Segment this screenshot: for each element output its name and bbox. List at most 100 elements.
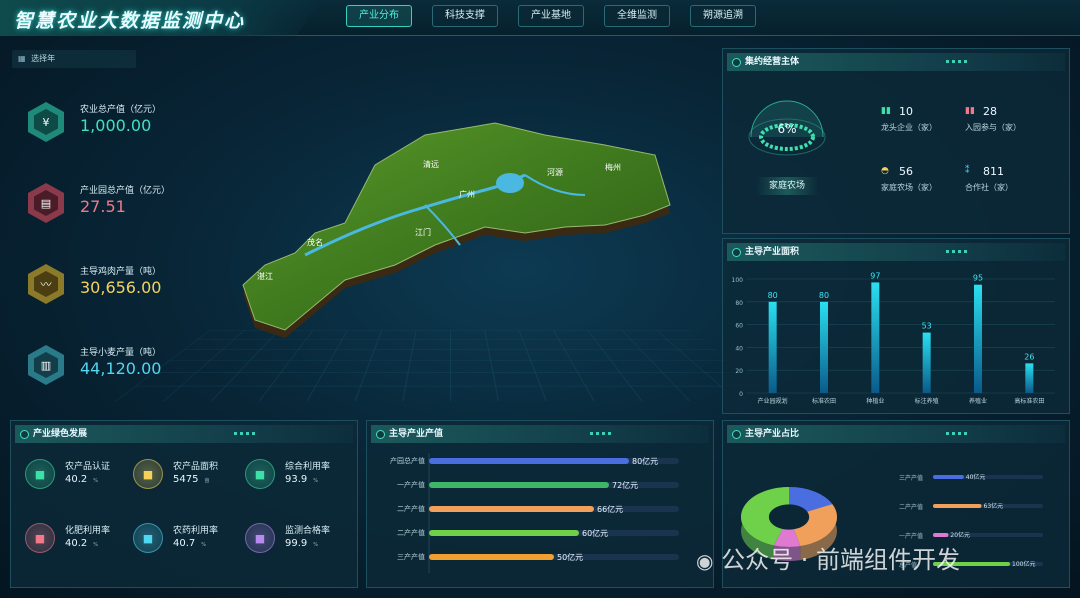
green-stat-unit: % (201, 542, 207, 548)
hex-frame: 〰 (28, 264, 64, 304)
green-stat-value-wrap: 5475 亩 (173, 474, 209, 485)
green-stat-value-wrap: 40.2% (65, 474, 98, 485)
y-tick-label: 二产产值 (397, 504, 425, 513)
trend-icon: 〰 (34, 271, 58, 297)
map-label: 广州 (459, 189, 475, 199)
entity-item: ◓ 56 家庭农场（家） (881, 165, 971, 195)
x-tick-label: 标准农田 (812, 397, 836, 405)
entity-panel: 集约经营主体 6% 家庭农场 ▮▮ 10 龙头企业（家） ▮▮ 28 入园参与（… (722, 48, 1070, 234)
y-tick-label: 三产产值 (397, 552, 425, 561)
green-stat-label: 化肥利用率 (65, 526, 111, 536)
panel-title: 产业绿色发展 (15, 425, 353, 443)
kpi-park-total: ▤ 产业园总产值（亿元） 27.51 (28, 177, 228, 231)
bar (1025, 363, 1034, 393)
green-stat-value-wrap: 40.2% (65, 538, 98, 549)
kpi-value: 27.51 (80, 197, 126, 216)
green-stat-item: ■ 综合利用率 93.9% (245, 455, 355, 495)
bar (429, 458, 629, 464)
kpi-value: 30,656.00 (80, 278, 162, 297)
bar-value-label: 80 (768, 291, 778, 300)
green-stat-item: ■ 农产品认证 40.2% (25, 455, 135, 495)
header-bar: 智慧农业大数据监测中心 产业分布 科技支撑 产业基地 全维监测 朔源追溯 (0, 0, 1080, 36)
green-stat-label: 监测合格率 (285, 526, 331, 536)
building-icon: ▮▮ (881, 106, 891, 116)
nav-tab-tech-support[interactable]: 科技支撑 (432, 5, 498, 27)
kpi-chicken: 〰 主导鸡肉产量（吨） 30,656.00 (28, 258, 228, 312)
x-tick-label: 种植业 (866, 397, 884, 405)
green-stat-item: ■ 农药利用率 40.7% (133, 519, 243, 559)
bar (429, 530, 579, 536)
area-bar-chart: 0 20 40 60 80 100 80 产业园规划 80 标准农田 97 种植业 53 标注养殖 95 养殖… (732, 271, 1055, 405)
hex-frame: ¥ (28, 102, 64, 142)
bar (820, 301, 828, 393)
y-tick-label: 产园总产值 (390, 456, 425, 465)
nav-tab-traceability[interactable]: 朔源追溯 (690, 5, 756, 27)
bar-value-label: 53 (922, 322, 932, 331)
green-stat-value: 40.2 (65, 538, 88, 549)
bar (429, 506, 594, 512)
kpi-agri-total: ¥ 农业总产值（亿元） 1,000.00 (28, 96, 228, 150)
map-label: 河源 (547, 167, 563, 177)
bar-value-label: 97 (870, 271, 880, 280)
year-select[interactable]: ▦ 选择年 (12, 50, 136, 68)
bar-chart-icon: ▥ (34, 352, 58, 378)
bar (933, 504, 982, 508)
x-tick-label: 高标准农田 (1014, 397, 1044, 405)
bottle-icon: ■ (133, 523, 163, 553)
green-stat-value: 40.2 (65, 474, 88, 485)
entity-item: ▮▮ 10 龙头企业（家） (881, 105, 971, 135)
bar-value-label: 60亿元 (582, 528, 608, 538)
bar-value-label: 50亿元 (557, 552, 583, 562)
legend-label: 三产产值 (899, 474, 923, 482)
grid-icon: ■ (245, 459, 275, 489)
value-panel: 主导产业产值 产园总产值 80亿元 一产产值 72亿元 二产产值 66亿元 二产产值 60亿元… (366, 420, 714, 588)
bar (933, 533, 949, 537)
x-tick-label: 产业园规划 (758, 397, 788, 405)
x-tick-label: 养殖业 (969, 397, 987, 405)
bar-value-label: 80亿元 (632, 456, 658, 466)
green-stat-item: ■ 农产品面积 5475 亩 (133, 455, 243, 495)
shield-icon: ■ (25, 459, 55, 489)
entity-item: ▮▮ 28 入园参与（家） (965, 105, 1055, 135)
green-stat-unit: % (313, 542, 319, 548)
nav-tab-industry-base[interactable]: 产业基地 (518, 5, 584, 27)
top-nav: 产业分布 科技支撑 产业基地 全维监测 朔源追溯 (346, 5, 756, 27)
bar-value-label: 63亿元 (984, 502, 1004, 510)
kpi-label: 主导小麦产量（吨） (80, 348, 162, 358)
bar-value-label: 95 (973, 274, 983, 283)
green-stat-unit: % (93, 478, 99, 484)
bar (922, 332, 931, 393)
green-stat-label: 综合利用率 (285, 462, 331, 472)
entity-number: 10 (899, 105, 913, 118)
green-stat-unit: 亩 (204, 478, 210, 484)
watermark-text: 公众号 · 前端组件开发 (721, 546, 960, 574)
value-bar-chart: 产园总产值 80亿元一产产值 72亿元二产产值 66亿元二产产值 60亿元三产产值 50亿… (390, 453, 679, 573)
gauge-value: 6% (777, 122, 796, 136)
year-select-label: 选择年 (31, 54, 56, 63)
panel-title: 集约经营主体 (727, 53, 1065, 71)
lake (496, 173, 524, 193)
y-tick-label: 60 (735, 323, 743, 330)
wechat-icon: ◉ (696, 549, 714, 573)
nav-tab-monitoring[interactable]: 全维监测 (604, 5, 670, 27)
watermark: ◉ 公众号 · 前端组件开发 (696, 540, 960, 575)
cube-icon: ■ (245, 523, 275, 553)
entity-number: 28 (983, 105, 997, 118)
yen-icon: ¥ (34, 109, 58, 135)
green-panel: 产业绿色发展 ■ 农产品认证 40.2% ■ 农产品面积 5475 亩 ■ 综合利用率 93.9%… (10, 420, 358, 588)
gauge-label: 家庭农场 (755, 177, 819, 195)
kpi-label: 主导鸡肉产量（吨） (80, 267, 162, 277)
bar (429, 554, 554, 560)
bar-value-label: 80 (819, 291, 829, 300)
calendar-icon: ▦ (18, 54, 26, 63)
green-stat-item: ■ 监测合格率 99.9% (245, 519, 355, 559)
green-stat-value: 5475 (173, 474, 199, 485)
bar (974, 284, 982, 393)
legend-label: 二产产值 (899, 503, 923, 511)
y-tick-label: 一产产值 (397, 480, 425, 489)
map-label: 茂名 (307, 237, 323, 247)
kpi-label: 农业总产值（亿元） (80, 105, 162, 115)
nav-tab-industry-distribution[interactable]: 产业分布 (346, 5, 412, 27)
field-icon: ■ (133, 459, 163, 489)
region-map[interactable]: 清远 河源 梅州 广州 茂名 江门 湛江 (225, 115, 685, 345)
